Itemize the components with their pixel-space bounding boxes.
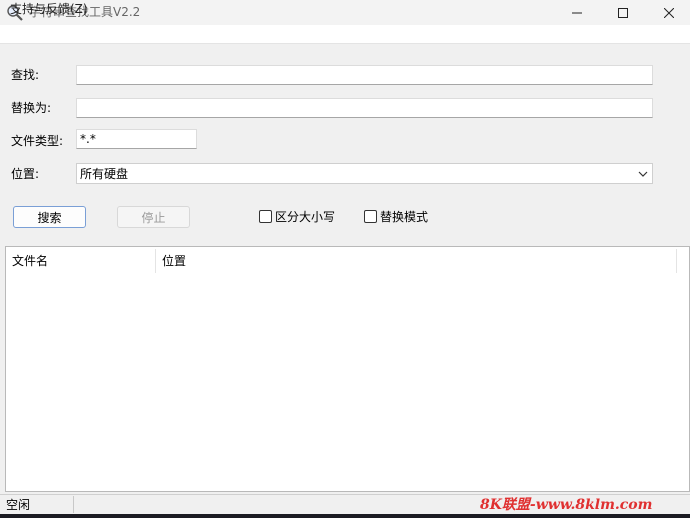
menu-bar bbox=[0, 25, 690, 44]
minimize-icon bbox=[572, 12, 582, 13]
replace-mode-checkbox[interactable]: 替换模式 bbox=[364, 208, 428, 225]
search-button[interactable]: 搜索 bbox=[13, 206, 86, 228]
find-label: 查找: bbox=[11, 68, 40, 82]
replace-mode-label: 替换模式 bbox=[380, 210, 429, 224]
watermark: 8K联盟-www.8klm.com bbox=[480, 497, 653, 513]
filetype-input[interactable] bbox=[76, 129, 197, 149]
stop-button[interactable]: 停止 bbox=[117, 206, 190, 228]
column-header-filename[interactable]: 文件名 bbox=[6, 249, 156, 273]
location-select[interactable]: 所有硬盘 bbox=[76, 163, 653, 184]
replace-input[interactable] bbox=[76, 98, 653, 118]
maximize-button[interactable] bbox=[600, 0, 646, 25]
desktop-strip bbox=[0, 514, 690, 518]
case-sensitive-checkbox[interactable]: 区分大小写 bbox=[259, 208, 335, 225]
column-header-location[interactable]: 位置 bbox=[157, 249, 677, 273]
minimize-button[interactable] bbox=[554, 0, 600, 25]
close-button[interactable] bbox=[646, 0, 690, 25]
results-list[interactable] bbox=[5, 246, 690, 492]
maximize-icon bbox=[618, 7, 628, 18]
chevron-down-icon bbox=[638, 171, 648, 177]
close-icon bbox=[664, 7, 674, 18]
status-divider bbox=[73, 496, 74, 513]
location-label: 位置: bbox=[11, 167, 40, 181]
filetype-label: 文件类型: bbox=[11, 134, 64, 148]
checkbox-box bbox=[259, 210, 272, 223]
location-value: 所有硬盘 bbox=[80, 167, 129, 181]
menu-item-support[interactable]: 支持与反馈(Z) bbox=[10, 2, 88, 17]
replace-label: 替换为: bbox=[11, 101, 52, 115]
find-input[interactable] bbox=[76, 65, 653, 85]
case-sensitive-label: 区分大小写 bbox=[275, 210, 336, 224]
checkbox-box bbox=[364, 210, 377, 223]
status-text: 空闲 bbox=[6, 498, 31, 512]
